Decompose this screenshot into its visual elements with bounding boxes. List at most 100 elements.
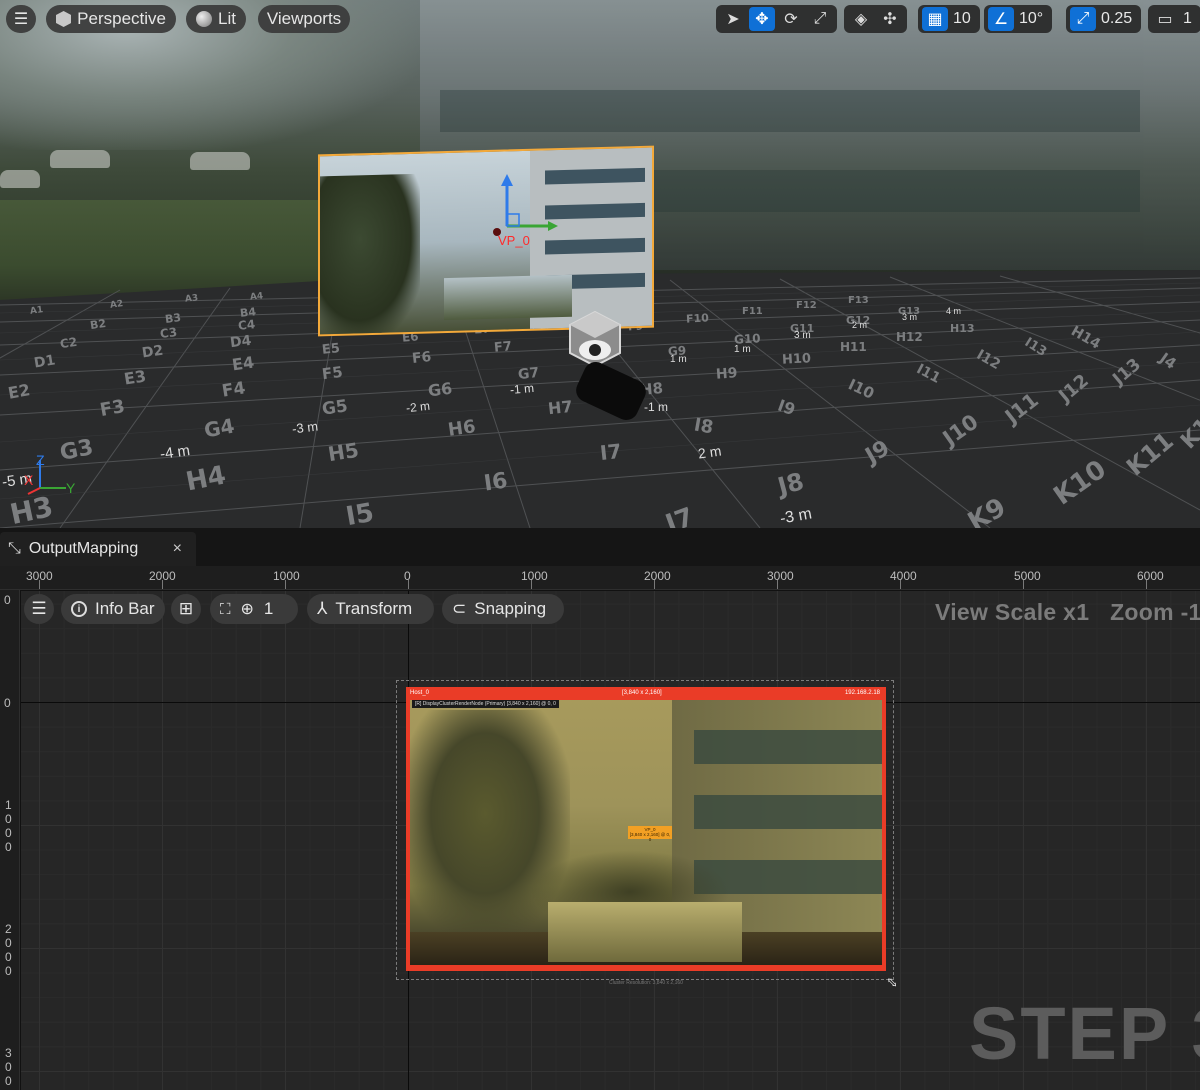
zoom-icon[interactable]: ⊕ <box>241 599 254 619</box>
distance-label: 3 m <box>902 312 918 322</box>
cursor-icon: ➤ <box>726 11 740 28</box>
distance-label: 2 m <box>697 442 723 462</box>
distance-label: -1 m <box>509 380 535 398</box>
output-mapping-canvas[interactable]: ☰ i Info Bar ⊞ ⛶ ⊕ 1 ⅄ Transform ⊂ Snapp… <box>21 591 1200 1090</box>
grid-icon: ▦ <box>927 11 943 28</box>
view-mode-button[interactable]: Perspective <box>46 5 176 33</box>
ruler-vertical: 0 0 1000 2000 3000 <box>0 590 20 1090</box>
ruler-tick <box>408 580 409 589</box>
viewport-tag[interactable]: VP_0 [3,840 x 2,160] @ 0, 0 <box>628 826 672 842</box>
surface-snap-icon: ✣ <box>883 11 897 28</box>
cluster-resolution-label: Cluster Resolution: 3,840 x 2,160 <box>609 980 683 986</box>
viewports-label: Viewports <box>266 9 342 28</box>
grid-snap-value[interactable]: 10 <box>951 10 976 28</box>
zoom-readout: Zoom -12 <box>1110 599 1200 625</box>
step-watermark: STEP 3 <box>969 992 1200 1075</box>
ruler-label: 5000 <box>1014 569 1041 583</box>
distance-label: 1 m <box>670 354 687 365</box>
scale-icon: ⤢ <box>813 10 827 27</box>
distance-label: 3 m <box>794 330 811 341</box>
ruler-tick <box>1146 580 1147 589</box>
host-node[interactable]: Host_0 [3,840 x 2,160] 192.168.2.18 VP_0… <box>406 687 886 971</box>
ruler-tick <box>777 580 778 589</box>
info-bar-button[interactable]: i Info Bar <box>61 594 165 624</box>
actor-label: VP_0 <box>498 233 530 248</box>
layout-toggle-button[interactable]: ⊞ <box>171 594 201 624</box>
angle-snap-group: ∠ 10° <box>984 5 1053 33</box>
info-bar-label: Info Bar <box>95 599 155 618</box>
ruler-label: 1000 <box>273 569 300 583</box>
perspective-cube-icon <box>56 11 72 27</box>
view-mode-label: Perspective <box>77 9 166 28</box>
ruler-label: 0 <box>4 593 11 607</box>
zoom-fit-icon[interactable]: ⛶ <box>220 601 231 618</box>
snapping-label: Snapping <box>474 599 547 618</box>
view-scale-readout: View Scale x1 Zoom -12 <box>935 599 1200 626</box>
axis-y-label: Y <box>66 480 76 496</box>
scale-snap-icon: ⤢ <box>1076 10 1090 27</box>
rotate-tool-button[interactable]: ⟳ <box>778 7 804 31</box>
host-resolution: [3,840 x 2,160] <box>622 689 662 696</box>
ruler-label: 3000 <box>767 569 794 583</box>
magnet-icon: ⊂ <box>452 599 467 618</box>
angle-icon: ∠ <box>993 11 1009 28</box>
transform-tools-group: ➤ ✥ ⟳ ⤢ <box>716 5 837 33</box>
info-icon: i <box>71 601 87 617</box>
ruler-tick <box>162 580 163 589</box>
ruler-label: 2000 <box>5 922 12 978</box>
distance-label: -3 m <box>778 505 814 528</box>
ruler-tick <box>285 580 286 589</box>
ruler-label: 1000 <box>521 569 548 583</box>
ruler-label: 6000 <box>1137 569 1164 583</box>
translate-tool-button[interactable]: ✥ <box>749 7 775 31</box>
screen-tree-image <box>320 173 420 337</box>
zoom-value[interactable]: 1 <box>264 599 273 619</box>
close-icon[interactable]: × <box>173 540 182 558</box>
distance-label: -1 m <box>644 400 668 414</box>
lighting-mode-label: Lit <box>218 9 236 28</box>
ruler-tick <box>531 580 532 589</box>
viewport-tag-sub: [3,840 x 2,160] @ 0, 0 <box>629 832 671 842</box>
surface-snap-button[interactable]: ✣ <box>877 7 903 31</box>
ruler-label: 3000 <box>5 1046 12 1090</box>
distance-label: 4 m <box>946 306 962 316</box>
tab-title: OutputMapping <box>28 540 139 557</box>
preview-strip-image <box>548 902 742 962</box>
layout-icon: ⊞ <box>178 599 194 618</box>
grid-snap-toggle[interactable]: ▦ <box>922 7 948 31</box>
select-tool-button[interactable]: ➤ <box>720 7 746 31</box>
ruler-label: 2000 <box>644 569 671 583</box>
camera-speed-button[interactable]: ▭ <box>1152 7 1178 31</box>
distance-label: 1 m <box>734 344 751 355</box>
ruler-horizontal: 3000 2000 1000 0 1000 2000 3000 4000 500… <box>0 566 1200 590</box>
snapping-button[interactable]: ⊂ Snapping <box>442 594 564 624</box>
ruler-label: 4000 <box>890 569 917 583</box>
level-viewport[interactable]: A1 A2 A3 A4 B2 B3 B4 C2 C3 C4 D1 D2 D4 E… <box>0 0 1200 528</box>
distance-label: -4 m <box>158 441 192 464</box>
ruler-tick <box>1023 580 1024 589</box>
scale-tool-button[interactable]: ⤢ <box>807 7 833 31</box>
ruler-label: 0 <box>4 696 11 710</box>
viewport-menu-button[interactable]: ☰ <box>6 5 36 33</box>
viewports-button[interactable]: Viewports <box>258 5 350 33</box>
world-space-button[interactable]: ◈ <box>848 7 874 31</box>
scale-snap-value[interactable]: 0.25 <box>1099 10 1137 28</box>
angle-snap-value[interactable]: 10° <box>1017 10 1048 28</box>
camera-speed-value[interactable]: 1 <box>1181 10 1197 28</box>
move-icon: ✥ <box>755 11 769 28</box>
ruler-label: 1000 <box>5 798 12 854</box>
coordinate-space-group: ◈ ✣ <box>844 5 907 33</box>
screen-strip-image <box>444 274 572 321</box>
angle-snap-toggle[interactable]: ∠ <box>988 7 1014 31</box>
camera-icon: ▭ <box>1157 11 1173 28</box>
render-node-preview[interactable]: VP_0 [3,840 x 2,160] @ 0, 0 <box>410 700 882 965</box>
lighting-mode-button[interactable]: Lit <box>186 5 246 33</box>
tab-output-mapping[interactable]: ⤡ OutputMapping × <box>0 532 196 566</box>
canvas-menu-button[interactable]: ☰ <box>24 594 54 624</box>
transform-button[interactable]: ⅄ Transform <box>307 594 434 624</box>
distance-label: -3 m <box>291 418 319 437</box>
scale-snap-toggle[interactable]: ⤢ <box>1070 7 1096 31</box>
distance-label: 2 m <box>852 320 868 330</box>
scale-snap-group: ⤢ 0.25 <box>1066 5 1142 33</box>
zoom-group: ⛶ ⊕ 1 <box>210 594 298 624</box>
